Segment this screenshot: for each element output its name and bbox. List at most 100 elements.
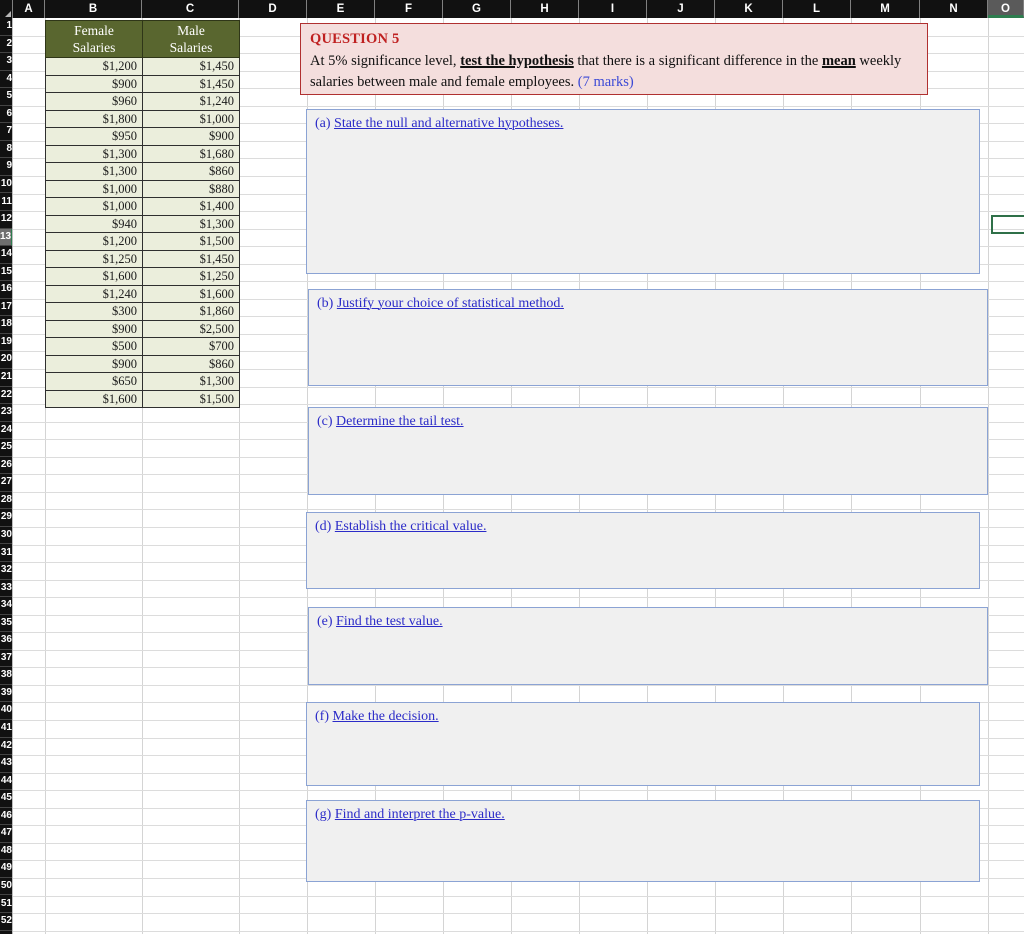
table-cell-female-19[interactable]: $650 <box>45 372 143 391</box>
row-header-11[interactable]: 11 <box>0 194 12 212</box>
row-header-21[interactable]: 21 <box>0 369 12 387</box>
row-header-6[interactable]: 6 <box>0 106 12 124</box>
row-header-47[interactable]: 47 <box>0 825 12 843</box>
table-cell-male-4[interactable]: $1,000 <box>142 109 240 128</box>
answer-box-d[interactable]: (d) Establish the critical value. <box>306 512 980 589</box>
table-cell-female-5[interactable]: $950 <box>45 127 143 146</box>
table-cell-female-4[interactable]: $1,800 <box>45 109 143 128</box>
table-cell-male-6[interactable]: $1,680 <box>142 144 240 163</box>
row-header-8[interactable]: 8 <box>0 141 12 159</box>
row-header-22[interactable]: 22 <box>0 387 12 405</box>
table-cell-male-14[interactable]: $1,600 <box>142 284 240 303</box>
row-header-42[interactable]: 42 <box>0 738 12 756</box>
row-header-51[interactable]: 51 <box>0 896 12 914</box>
table-cell-female-7[interactable]: $1,300 <box>45 162 143 181</box>
table-cell-male-10[interactable]: $1,300 <box>142 214 240 233</box>
row-header-24[interactable]: 24 <box>0 422 12 440</box>
table-cell-male-20[interactable]: $1,500 <box>142 389 240 408</box>
row-header-13[interactable]: 13 <box>0 228 12 247</box>
table-cell-female-12[interactable]: $1,250 <box>45 249 143 268</box>
table-cell-male-5[interactable]: $900 <box>142 127 240 146</box>
table-cell-female-10[interactable]: $940 <box>45 214 143 233</box>
row-header-3[interactable]: 3 <box>0 53 12 71</box>
row-header-45[interactable]: 45 <box>0 790 12 808</box>
table-cell-male-2[interactable]: $1,450 <box>142 74 240 93</box>
row-header-31[interactable]: 31 <box>0 545 12 563</box>
column-header-d[interactable]: D <box>239 0 307 18</box>
table-cell-female-8[interactable]: $1,000 <box>45 179 143 198</box>
row-header-29[interactable]: 29 <box>0 509 12 527</box>
row-header-48[interactable]: 48 <box>0 843 12 861</box>
column-header-m[interactable]: M <box>851 0 920 18</box>
row-header-36[interactable]: 36 <box>0 632 12 650</box>
column-header-f[interactable]: F <box>375 0 443 18</box>
row-header-10[interactable]: 10 <box>0 176 12 194</box>
row-header-46[interactable]: 46 <box>0 808 12 826</box>
column-header-h[interactable]: H <box>511 0 579 18</box>
row-header-44[interactable]: 44 <box>0 773 12 791</box>
table-cell-female-6[interactable]: $1,300 <box>45 144 143 163</box>
table-cell-female-11[interactable]: $1,200 <box>45 232 143 251</box>
row-header-14[interactable]: 14 <box>0 246 12 264</box>
table-cell-male-12[interactable]: $1,450 <box>142 249 240 268</box>
select-all-corner[interactable] <box>0 0 13 18</box>
row-header-33[interactable]: 33 <box>0 580 12 598</box>
row-header-52[interactable]: 52 <box>0 913 12 931</box>
row-header-2[interactable]: 2 <box>0 36 12 54</box>
column-header-g[interactable]: G <box>443 0 511 18</box>
answer-box-a[interactable]: (a) State the null and alternative hypot… <box>306 109 980 274</box>
row-header-20[interactable]: 20 <box>0 351 12 369</box>
column-header-i[interactable]: I <box>579 0 647 18</box>
row-header-5[interactable]: 5 <box>0 88 12 106</box>
table-cell-female-17[interactable]: $500 <box>45 337 143 356</box>
table-cell-male-17[interactable]: $700 <box>142 337 240 356</box>
answer-box-g[interactable]: (g) Find and interpret the p-value. <box>306 800 980 882</box>
row-header-37[interactable]: 37 <box>0 650 12 668</box>
answer-box-e[interactable]: (e) Find the test value. <box>308 607 988 685</box>
table-cell-male-9[interactable]: $1,400 <box>142 197 240 216</box>
table-cell-female-16[interactable]: $900 <box>45 319 143 338</box>
table-cell-male-19[interactable]: $1,300 <box>142 372 240 391</box>
answer-box-f[interactable]: (f) Make the decision. <box>306 702 980 786</box>
table-cell-male-11[interactable]: $1,500 <box>142 232 240 251</box>
column-header-female-salaries[interactable]: Female Salaries <box>45 20 143 58</box>
row-header-17[interactable]: 17 <box>0 299 12 317</box>
table-cell-female-15[interactable]: $300 <box>45 302 143 321</box>
row-header-38[interactable]: 38 <box>0 667 12 685</box>
row-header-19[interactable]: 19 <box>0 334 12 352</box>
column-header-k[interactable]: K <box>715 0 783 18</box>
row-header-18[interactable]: 18 <box>0 316 12 334</box>
row-header-9[interactable]: 9 <box>0 158 12 176</box>
column-header-l[interactable]: L <box>783 0 851 18</box>
table-cell-male-16[interactable]: $2,500 <box>142 319 240 338</box>
column-header-male-salaries[interactable]: Male Salaries <box>142 20 240 58</box>
table-cell-female-1[interactable]: $1,200 <box>45 57 143 76</box>
table-cell-female-20[interactable]: $1,600 <box>45 389 143 408</box>
row-header-27[interactable]: 27 <box>0 474 12 492</box>
row-header-39[interactable]: 39 <box>0 685 12 703</box>
table-cell-female-3[interactable]: $960 <box>45 92 143 111</box>
active-cell-selection[interactable] <box>991 215 1024 234</box>
answer-box-b[interactable]: (b) Justify your choice of statistical m… <box>308 289 988 386</box>
row-header-28[interactable]: 28 <box>0 492 12 510</box>
answer-box-c[interactable]: (c) Determine the tail test. <box>308 407 988 495</box>
column-header-j[interactable]: J <box>647 0 715 18</box>
row-header-15[interactable]: 15 <box>0 264 12 282</box>
row-header-26[interactable]: 26 <box>0 457 12 475</box>
table-cell-female-9[interactable]: $1,000 <box>45 197 143 216</box>
table-cell-female-13[interactable]: $1,600 <box>45 267 143 286</box>
row-header-35[interactable]: 35 <box>0 615 12 633</box>
row-header-4[interactable]: 4 <box>0 71 12 89</box>
column-header-a[interactable]: A <box>13 0 45 18</box>
column-header-e[interactable]: E <box>307 0 375 18</box>
table-cell-male-15[interactable]: $1,860 <box>142 302 240 321</box>
row-header-50[interactable]: 50 <box>0 878 12 896</box>
row-header-41[interactable]: 41 <box>0 720 12 738</box>
row-header-34[interactable]: 34 <box>0 597 12 615</box>
column-header-n[interactable]: N <box>920 0 988 18</box>
table-cell-female-2[interactable]: $900 <box>45 74 143 93</box>
column-header-b[interactable]: B <box>45 0 142 18</box>
row-header-1[interactable]: 1 <box>0 18 12 36</box>
table-cell-female-14[interactable]: $1,240 <box>45 284 143 303</box>
row-header-12[interactable]: 12 <box>0 211 12 229</box>
